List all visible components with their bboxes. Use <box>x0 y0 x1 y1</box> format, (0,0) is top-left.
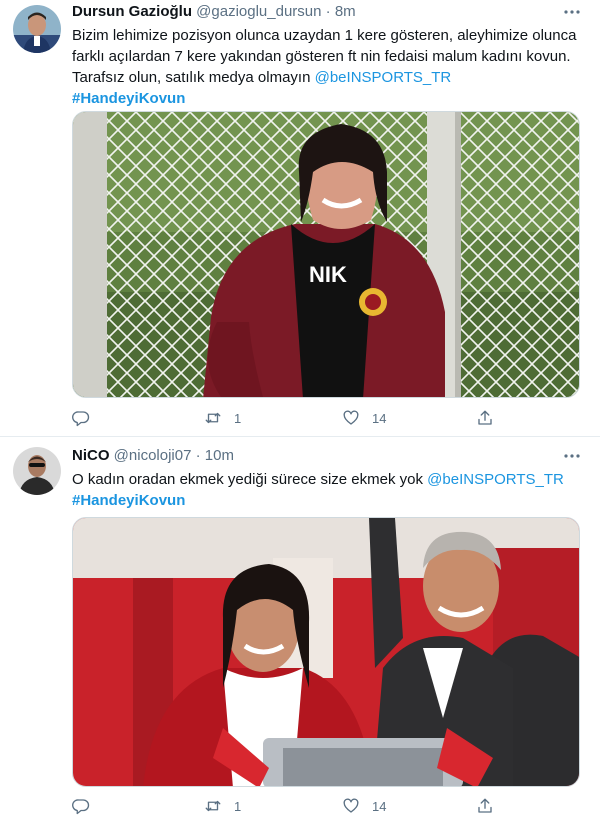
reply-button[interactable] <box>72 794 102 818</box>
tweet-text: O kadın oradan ekmek yediği sürece size … <box>72 469 582 511</box>
retweet-button[interactable]: 1 <box>204 794 241 818</box>
more-horizontal-icon[interactable] <box>562 446 582 466</box>
tweet-actions: 1 14 <box>72 794 502 818</box>
tweet-text-line: O kadın oradan ekmek yediği sürece size … <box>72 469 582 490</box>
timestamp[interactable]: 10m <box>205 447 234 464</box>
tweet-text-line: Bizim lehimize pozisyon olunca uzaydan 1… <box>72 27 577 44</box>
retweet-count: 1 <box>234 410 242 426</box>
retweet-count: 1 <box>234 798 242 814</box>
tweet-photo[interactable]: NIK <box>72 111 580 398</box>
timestamp[interactable]: 8m <box>335 3 356 20</box>
avatar[interactable] <box>13 5 61 53</box>
reply-icon <box>72 411 90 427</box>
reply-icon <box>72 799 90 815</box>
tweet[interactable]: Dursun Gazioğlu @gazioglu_dursun · 8m Bi… <box>0 0 600 437</box>
like-button[interactable]: 14 <box>342 794 386 818</box>
like-count: 14 <box>372 798 387 814</box>
author-name[interactable]: Dursun Gazioğlu <box>72 3 192 20</box>
hashtag-link[interactable]: #HandeyiKovun <box>72 492 185 509</box>
author-name[interactable]: NiCO <box>72 447 110 464</box>
like-button[interactable]: 14 <box>342 406 386 430</box>
tweet-text-line: Tarafsız olun, satılık medya olmayın @be… <box>72 67 582 88</box>
share-icon <box>478 410 492 425</box>
more-horizontal-icon[interactable] <box>562 2 582 22</box>
share-button[interactable] <box>476 406 494 430</box>
share-icon <box>478 798 492 813</box>
tweet-text-fragment: Tarafsız olun, satılık medya olmayın <box>72 69 311 86</box>
share-button[interactable] <box>476 794 494 818</box>
tweet-text-line: farklı açılardan 7 kere yakından göstere… <box>72 48 571 65</box>
photo-celebration-with-trophy <box>73 518 579 786</box>
author-handle[interactable]: @nicoloji07 <box>114 447 192 464</box>
tweet-text: Bizim lehimize pozisyon olunca uzaydan 1… <box>72 25 582 109</box>
retweet-button[interactable]: 1 <box>204 406 241 430</box>
avatar[interactable] <box>13 447 61 495</box>
profile-photo <box>13 5 61 53</box>
retweet-icon <box>205 800 221 812</box>
svg-text:NIK: NIK <box>309 262 347 287</box>
tweet[interactable]: NiCO @nicoloji07 · 10m O kadın oradan ek… <box>0 437 600 825</box>
retweet-icon <box>205 412 221 424</box>
separator-dot: · <box>325 3 331 20</box>
mention-link[interactable]: @beINSPORTS_TR <box>315 69 452 86</box>
reply-button[interactable] <box>72 406 102 430</box>
hashtag-link[interactable]: #HandeyiKovun <box>72 90 185 107</box>
author-handle[interactable]: @gazioglu_dursun <box>196 3 321 20</box>
tweet-photo[interactable] <box>72 517 580 787</box>
photo-woman-at-goal-net: NIK <box>73 112 579 397</box>
heart-icon <box>343 798 359 813</box>
tweet-actions: 1 14 <box>72 406 502 430</box>
profile-photo <box>13 447 61 495</box>
heart-icon <box>343 410 359 425</box>
tweet-header: Dursun Gazioğlu @gazioglu_dursun · 8m <box>72 2 356 22</box>
separator-dot: · <box>195 447 201 464</box>
tweet-text-fragment: O kadın oradan ekmek yediği sürece size … <box>72 471 423 488</box>
tweet-header: NiCO @nicoloji07 · 10m <box>72 446 234 466</box>
mention-link[interactable]: @beINSPORTS_TR <box>427 471 564 488</box>
like-count: 14 <box>372 410 387 426</box>
